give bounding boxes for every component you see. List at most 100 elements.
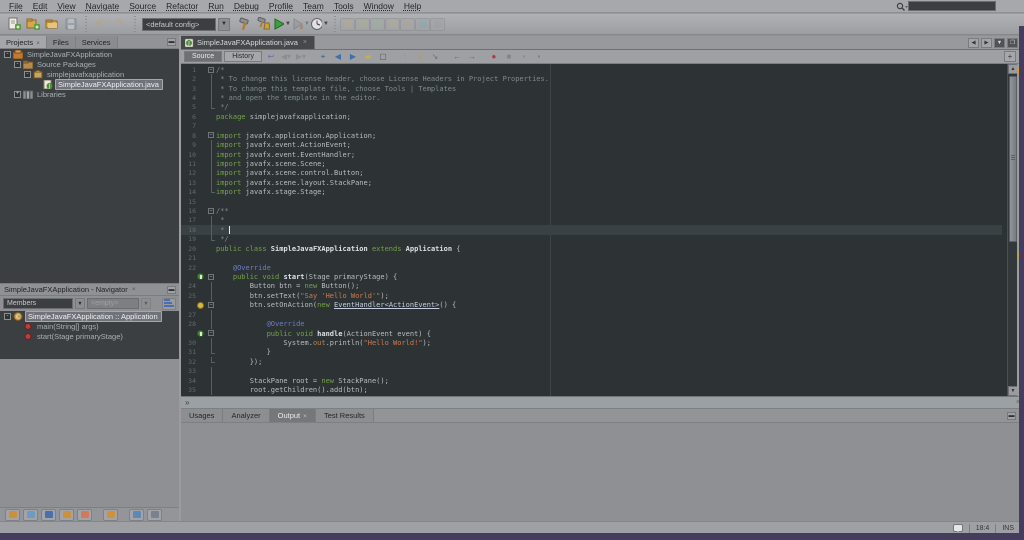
code-line-15[interactable]: 15 <box>181 197 1002 206</box>
project-tree-item[interactable]: -SimpleJavaFXApplication <box>0 49 179 59</box>
view-history-button[interactable]: History <box>224 51 262 62</box>
save-all-button[interactable] <box>61 16 80 33</box>
quick-search-input[interactable] <box>908 1 996 11</box>
next-bookmark-icon[interactable]: ↓ <box>413 51 427 63</box>
stop-macro-icon[interactable]: ■ <box>502 51 516 63</box>
minimize-bottom-panel-icon[interactable]: ▬ <box>1007 412 1016 420</box>
scroll-tabs-left-icon[interactable]: ◀ <box>968 38 979 48</box>
code-line-16[interactable]: 16−/** <box>181 206 1002 215</box>
tab-projects[interactable]: Projects× <box>0 36 47 48</box>
toggle-highlight-icon[interactable]: ▰ <box>361 51 375 63</box>
menu-navigate[interactable]: Navigate <box>81 1 125 11</box>
code-line-18[interactable]: 18 * <box>181 225 1002 234</box>
config-select[interactable]: <default config> <box>142 18 216 31</box>
code-line-3[interactable]: 3 * To change this template file, choose… <box>181 84 1002 93</box>
shift-left-icon[interactable]: ← <box>450 51 464 63</box>
uncomment-icon[interactable]: ▪ <box>532 51 546 63</box>
code-line-21[interactable]: 21 <box>181 253 1002 262</box>
menu-tools[interactable]: Tools <box>329 1 359 11</box>
config-select-arrow-icon[interactable]: ▼ <box>218 18 230 31</box>
chevron-down-icon[interactable]: ▼ <box>75 298 85 309</box>
code-line-35[interactable]: 35 root.getChildren().add(btn); <box>181 385 1002 394</box>
menu-file[interactable]: File <box>4 1 28 11</box>
build-project-button[interactable] <box>234 16 253 33</box>
navigator-tree-item[interactable]: -CSimpleJavaFXApplication :: Application <box>0 311 179 321</box>
code-line-27[interactable]: 27 <box>181 310 1002 319</box>
profiler-tool-button-6[interactable] <box>415 18 430 31</box>
tab-analyzer[interactable]: Analyzer <box>223 409 269 422</box>
code-line-32[interactable]: 32 }); <box>181 357 1002 366</box>
chevron-down-icon[interactable]: ▼ <box>141 298 151 309</box>
code-line-11[interactable]: 11import javafx.scene.Scene; <box>181 159 1002 168</box>
code-line-1[interactable]: 1−/* <box>181 65 1002 74</box>
next-usage-icon[interactable]: ↘ <box>428 51 442 63</box>
expand-icon[interactable]: + <box>14 91 21 98</box>
maximize-window-icon[interactable]: ❐ <box>1007 38 1018 48</box>
scroll-tabs-right-icon[interactable]: ▶ <box>981 38 992 48</box>
designer-icon[interactable] <box>103 509 118 521</box>
navigator-minimize-icon[interactable]: ▬ <box>167 286 176 294</box>
notifications-icon[interactable] <box>953 524 963 532</box>
close-icon[interactable]: × <box>36 40 40 47</box>
redo-button[interactable]: ↷ <box>110 16 129 33</box>
code-line-4[interactable]: 4 * and open the template in the editor. <box>181 93 1002 102</box>
code-line-23[interactable]: − public void start(Stage primaryStage) … <box>181 272 1002 281</box>
code-line-31[interactable]: 31 } <box>181 348 1002 357</box>
inspector-icon[interactable] <box>23 509 38 521</box>
code-line-28[interactable]: 28 @Override <box>181 319 1002 328</box>
run-project-button[interactable]: ▼ <box>272 16 291 33</box>
view-source-button[interactable]: Source <box>184 51 222 62</box>
cursor-icon[interactable] <box>41 509 56 521</box>
code-editor[interactable]: 1−/*2 * To change this license header, c… <box>181 64 1024 396</box>
debug-project-button[interactable]: ▼ <box>291 16 310 33</box>
split-editor-icon[interactable]: + <box>1004 51 1016 62</box>
collapse-icon[interactable]: - <box>24 71 31 78</box>
code-line-30[interactable]: 30 System.out.println("Hello World!"); <box>181 338 1002 347</box>
code-fold-icon[interactable]: − <box>207 131 216 140</box>
code-fold-icon[interactable]: − <box>207 272 216 281</box>
menu-debug[interactable]: Debug <box>229 1 264 11</box>
comment-icon[interactable]: ▪ <box>517 51 531 63</box>
menu-run[interactable]: Run <box>203 1 229 11</box>
minimize-panel-icon[interactable]: ▬ <box>167 38 176 46</box>
connect-icon[interactable] <box>129 509 144 521</box>
scrollbar-thumb[interactable] <box>1009 76 1017 242</box>
code-line-34[interactable]: 34 StackPane root = new StackPane(); <box>181 376 1002 385</box>
project-tree-item[interactable]: JSimpleJavaFXApplication.java <box>0 79 179 89</box>
profiler-tool-button-5[interactable] <box>400 18 415 31</box>
collapse-icon[interactable]: - <box>4 51 11 58</box>
menu-source[interactable]: Source <box>124 1 161 11</box>
breadcrumb-chevron-icon[interactable]: » <box>185 398 189 407</box>
forward-icon[interactable]: ▶▾ <box>294 51 308 63</box>
code-line-17[interactable]: 17 * <box>181 216 1002 225</box>
back-icon[interactable]: ◀▾ <box>279 51 293 63</box>
tab-files[interactable]: Files <box>47 36 76 48</box>
code-fold-icon[interactable]: − <box>207 329 216 338</box>
code-line-25[interactable]: 25 btn.setText("Say 'Hello World'"); <box>181 291 1002 300</box>
menu-help[interactable]: Help <box>399 1 426 11</box>
code-line-24[interactable]: 24 Button btn = new Button(); <box>181 282 1002 291</box>
menu-window[interactable]: Window <box>359 1 399 11</box>
open-project-button[interactable] <box>42 16 61 33</box>
profiler-tool-button-3[interactable] <box>370 18 385 31</box>
profiler-tool-button-7[interactable] <box>430 18 445 31</box>
rectangular-selection-icon[interactable]: ▢ <box>376 51 390 63</box>
tab-list-icon[interactable]: ▼ <box>994 38 1005 48</box>
tab-usages[interactable]: Usages <box>181 409 223 422</box>
project-tree-item[interactable]: -simplejavafxapplication <box>0 69 179 79</box>
palette-grid-icon[interactable] <box>5 509 20 521</box>
navigator-members-select[interactable]: Members <box>3 298 73 309</box>
menu-team[interactable]: Team <box>298 1 329 11</box>
code-fold-icon[interactable]: − <box>207 206 216 215</box>
menu-edit[interactable]: Edit <box>28 1 53 11</box>
toolbox-icon[interactable] <box>59 509 74 521</box>
new-file-button[interactable] <box>4 16 23 33</box>
code-line-29[interactable]: − public void handle(ActionEvent event) … <box>181 329 1002 338</box>
code-line-13[interactable]: 13import javafx.scene.layout.StackPane; <box>181 178 1002 187</box>
project-tree-item[interactable]: +Libraries <box>0 89 179 99</box>
code-line-5[interactable]: 5 */ <box>181 103 1002 112</box>
slider-icon[interactable] <box>147 509 162 521</box>
clean-build-project-button[interactable] <box>253 16 272 33</box>
tab-test-results[interactable]: Test Results <box>316 409 374 422</box>
code-line-19[interactable]: 19 */ <box>181 235 1002 244</box>
